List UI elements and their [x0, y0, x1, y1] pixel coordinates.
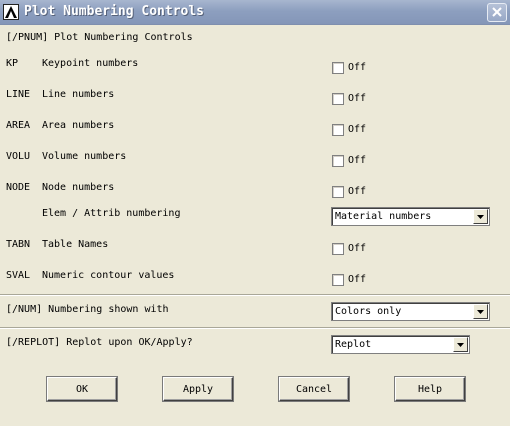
window-title: Plot Numbering Controls [24, 4, 205, 19]
volume-numbers-checkbox[interactable] [332, 155, 344, 167]
numbering-shown-select[interactable]: Colors only [331, 302, 490, 321]
replot-select[interactable]: Replot [331, 335, 470, 354]
row-label-node: Node numbers [42, 182, 115, 193]
row-code-tabn: TABN [6, 239, 31, 250]
help-button[interactable]: Help [395, 377, 465, 401]
line-numbers-checkbox[interactable] [332, 93, 344, 105]
ansys-logo-icon [3, 4, 19, 20]
section-header: [/PNUM] Plot Numbering Controls [6, 32, 193, 43]
contour-values-checkbox[interactable] [332, 274, 344, 286]
line-numbers-off: Off [348, 93, 367, 104]
node-numbers-checkbox[interactable] [332, 186, 344, 198]
elem-attrib-select[interactable]: Material numbers [331, 207, 490, 226]
row-code-line: LINE [6, 89, 31, 100]
close-button[interactable] [487, 3, 507, 22]
chevron-down-icon[interactable] [473, 209, 488, 224]
apply-button[interactable]: Apply [163, 377, 233, 401]
ok-button[interactable]: OK [47, 377, 117, 401]
numbering-shown-value: Colors only [335, 306, 402, 317]
contour-values-off: Off [348, 274, 367, 285]
area-numbers-checkbox[interactable] [332, 124, 344, 136]
row-code-area: AREA [6, 120, 31, 131]
area-numbers-off: Off [348, 124, 367, 135]
row-code-kp: KP [6, 58, 19, 69]
separator [0, 294, 510, 296]
row-label-kp: Keypoint numbers [42, 58, 139, 69]
row-label-line: Line numbers [42, 89, 115, 100]
row-label-volu: Volume numbers [42, 151, 127, 162]
replot-label: [/REPLOT] Replot upon OK/Apply? [6, 337, 193, 348]
chevron-down-icon[interactable] [453, 337, 468, 352]
row-code-sval: SVAL [6, 270, 31, 281]
row-code-volu: VOLU [6, 151, 31, 162]
separator [0, 327, 510, 329]
volume-numbers-off: Off [348, 155, 367, 166]
node-numbers-off: Off [348, 186, 367, 197]
chevron-down-icon[interactable] [473, 304, 488, 319]
elem-attrib-label: Elem / Attrib numbering [42, 208, 181, 219]
row-label-tabn: Table Names [42, 239, 109, 250]
cancel-button[interactable]: Cancel [279, 377, 349, 401]
title-bar[interactable]: Plot Numbering Controls [0, 0, 510, 25]
replot-value: Replot [335, 339, 372, 350]
row-label-sval: Numeric contour values [42, 270, 175, 281]
table-names-checkbox[interactable] [332, 243, 344, 255]
row-code-node: NODE [6, 182, 31, 193]
table-names-off: Off [348, 243, 367, 254]
close-icon [492, 7, 502, 17]
elem-attrib-value: Material numbers [335, 211, 432, 222]
row-label-area: Area numbers [42, 120, 115, 131]
numbering-shown-label: [/NUM] Numbering shown with [6, 304, 169, 315]
keypoint-numbers-off: Off [348, 62, 367, 73]
keypoint-numbers-checkbox[interactable] [332, 62, 344, 74]
